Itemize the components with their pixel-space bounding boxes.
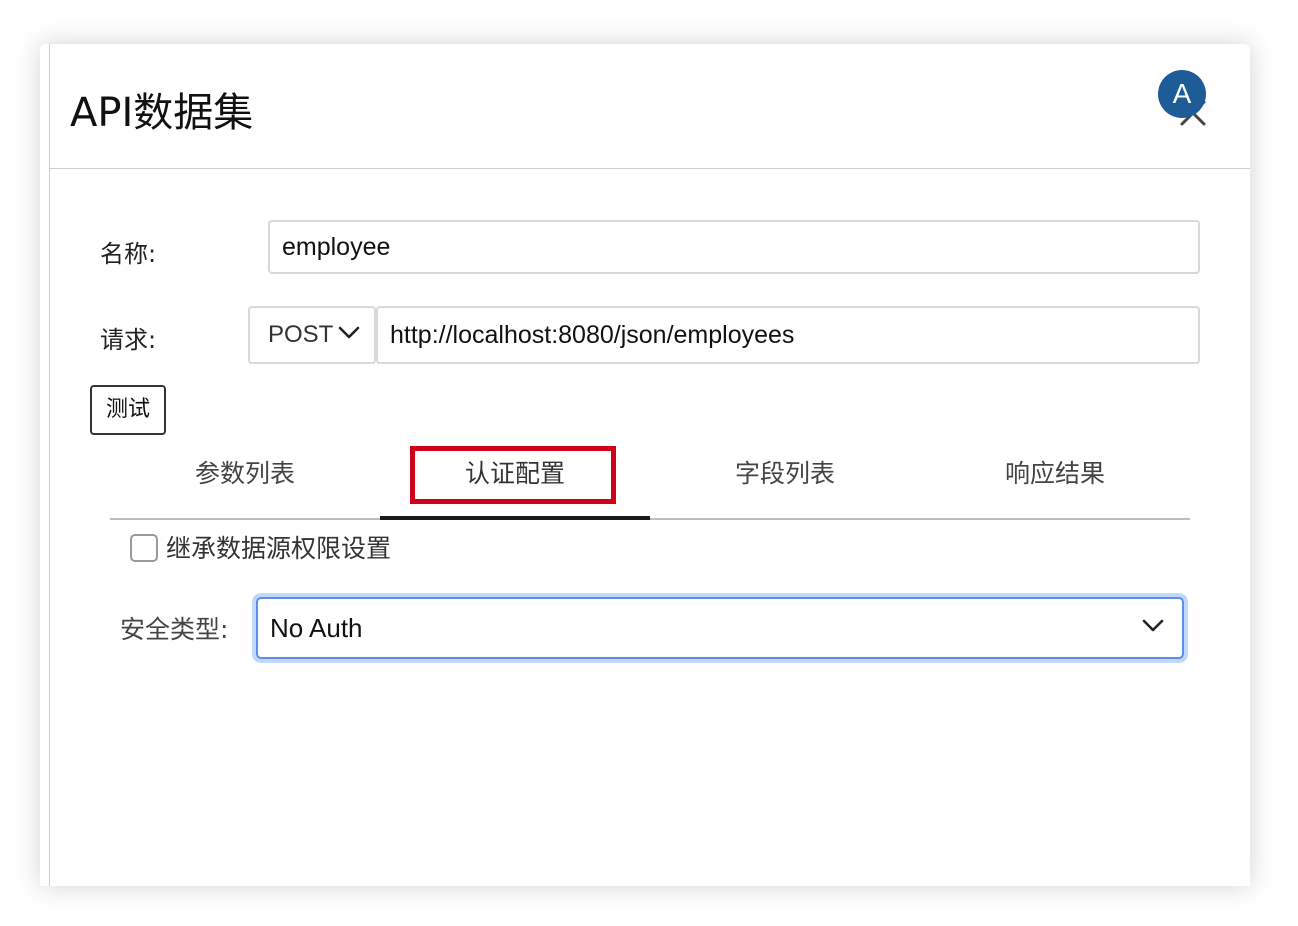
inherit-permission-label[interactable]: 继承数据源权限设置: [166, 532, 391, 566]
inherit-permission-checkbox[interactable]: [130, 534, 158, 562]
screen: API数据集 A 名称: employee 请求: POST http://lo…: [0, 0, 1298, 926]
api-dataset-dialog: API数据集 A 名称: employee 请求: POST http://lo…: [40, 44, 1250, 886]
dialog-header: API数据集 A: [50, 44, 1250, 169]
http-method-value: POST: [268, 321, 334, 348]
url-input[interactable]: http://localhost:8080/json/employees: [376, 306, 1200, 364]
tab-fields[interactable]: 字段列表: [650, 444, 920, 516]
tab-bar: 参数列表 认证配置 字段列表 响应结果: [110, 444, 1190, 520]
dialog-title: API数据集: [70, 90, 254, 136]
security-type-select[interactable]: No Auth: [256, 597, 1184, 659]
chevron-down-icon: [1142, 619, 1164, 632]
request-label: 请求:: [100, 326, 157, 354]
name-label: 名称:: [100, 240, 157, 268]
http-method-select[interactable]: POST: [248, 306, 376, 364]
user-avatar[interactable]: A: [1158, 70, 1206, 118]
tab-params[interactable]: 参数列表: [110, 444, 380, 516]
tab-response[interactable]: 响应结果: [920, 444, 1190, 516]
security-type-value: No Auth: [270, 613, 363, 643]
test-button[interactable]: 测试: [90, 385, 166, 435]
security-type-label: 安全类型:: [120, 615, 229, 644]
tab-auth-config[interactable]: 认证配置: [380, 444, 650, 520]
chevron-down-icon: [338, 326, 360, 339]
name-input[interactable]: employee: [268, 220, 1200, 274]
